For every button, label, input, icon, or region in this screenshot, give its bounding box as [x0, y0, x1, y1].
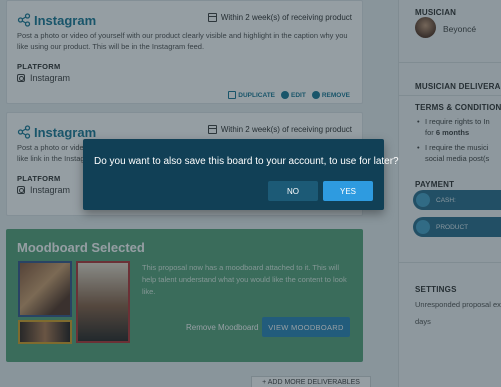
- no-button[interactable]: NO: [268, 181, 318, 201]
- yes-button[interactable]: YES: [323, 181, 373, 201]
- dialog-message: Do you want to also save this board to y…: [94, 156, 399, 167]
- save-board-dialog: Do you want to also save this board to y…: [83, 139, 399, 210]
